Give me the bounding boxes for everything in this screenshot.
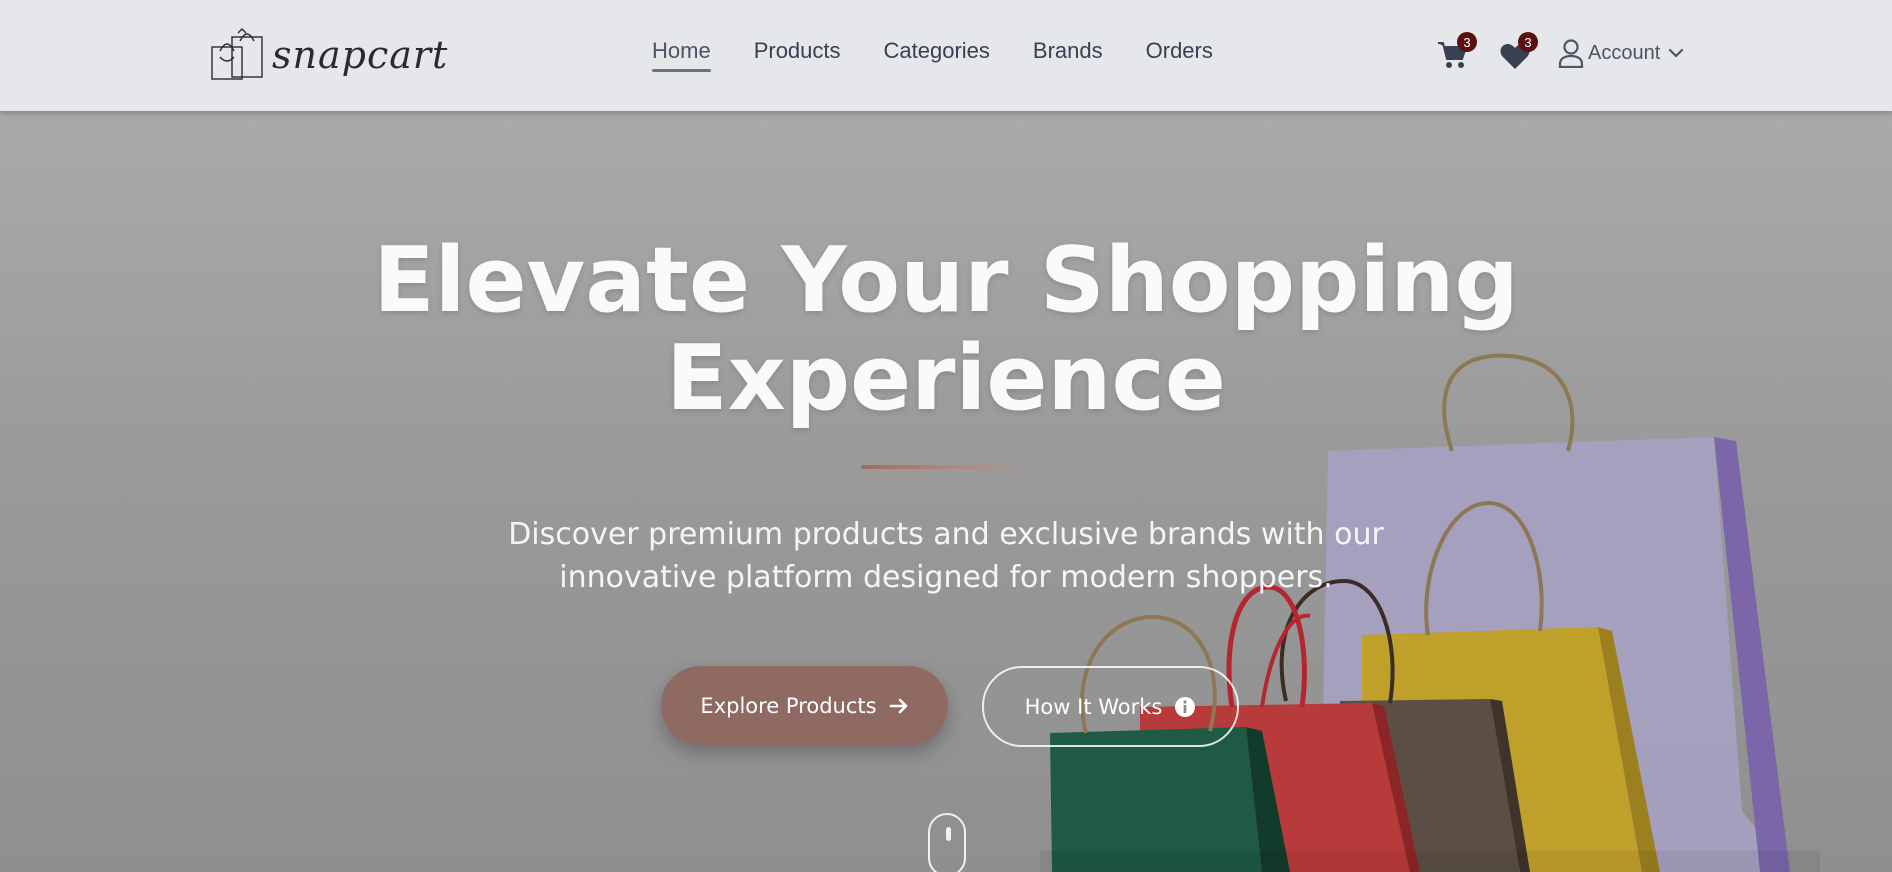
hero-title-line-2: Experience	[666, 326, 1226, 431]
cart-count-badge: 3	[1457, 32, 1477, 52]
wishlist-count-badge: 3	[1518, 32, 1538, 52]
account-label: Account	[1588, 41, 1661, 64]
info-icon	[1174, 696, 1196, 718]
user-icon	[1558, 39, 1584, 68]
explore-products-button[interactable]: Explore Products	[661, 666, 948, 745]
site-header: snapcart Home Products Categories Brands…	[0, 0, 1892, 111]
hero-title: Elevate Your Shopping Experience	[0, 232, 1892, 428]
nav-item-home[interactable]: Home	[652, 38, 711, 72]
nav-item-categories[interactable]: Categories	[884, 38, 990, 70]
brand-name: snapcart	[272, 33, 449, 77]
hero-section: Elevate Your Shopping Experience Discove…	[0, 111, 1892, 872]
hero-subtitle-line-2: innovative platform designed for modern …	[559, 560, 1333, 595]
nav-item-products[interactable]: Products	[754, 38, 841, 70]
nav-item-brands[interactable]: Brands	[1033, 38, 1103, 70]
how-it-works-button[interactable]: How It Works	[982, 666, 1239, 747]
nav-item-orders[interactable]: Orders	[1146, 38, 1213, 70]
hero-title-line-1: Elevate Your Shopping	[373, 228, 1519, 333]
shopping-bags-image	[1040, 353, 1820, 872]
arrow-right-icon	[889, 697, 909, 715]
how-it-works-label: How It Works	[1024, 694, 1163, 719]
cart-button[interactable]: 3	[1437, 32, 1477, 72]
main-nav: Home Products Categories Brands Orders	[652, 38, 1256, 72]
chevron-down-icon	[1669, 48, 1684, 58]
wishlist-button[interactable]: 3	[1500, 32, 1538, 72]
account-menu[interactable]: Account	[1558, 38, 1684, 68]
hero-divider	[861, 465, 1031, 469]
shopping-bags-icon	[211, 28, 263, 80]
brand-logo[interactable]: snapcart	[210, 26, 448, 84]
explore-products-label: Explore Products	[700, 693, 877, 718]
scroll-wheel	[946, 827, 951, 841]
scroll-mouse-icon[interactable]	[928, 813, 966, 872]
hero-subtitle-line-1: Discover premium products and exclusive …	[508, 517, 1384, 552]
hero-subtitle: Discover premium products and exclusive …	[446, 513, 1446, 599]
